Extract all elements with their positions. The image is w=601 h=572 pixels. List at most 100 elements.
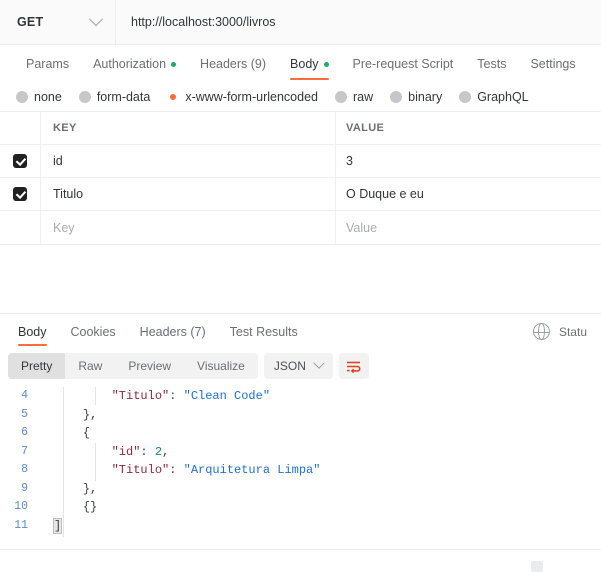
code-text: "Titulo": "Arquitetura Limpa" [54, 461, 321, 480]
chevron-down-icon [313, 357, 325, 369]
response-view-preview[interactable]: Preview [115, 353, 184, 379]
body-type-x-www-form-urlencoded[interactable]: x-www-form-urlencoded [167, 90, 318, 104]
radio-icon [335, 91, 347, 103]
row-checkbox[interactable] [13, 187, 27, 201]
value-input[interactable]: Value [336, 211, 601, 244]
code-token: : [140, 444, 155, 459]
request-tab-headers-9[interactable]: Headers (9) [188, 45, 278, 83]
request-tab-label: Pre-request Script [352, 57, 454, 71]
body-type-label: form-data [96, 90, 151, 104]
response-tabs: Body Cookies Headers (7) Test Results Statu [0, 314, 601, 349]
request-url-bar: GET http://localhost:3000/livros [0, 0, 601, 45]
response-tab-cookies[interactable]: Cookies [59, 314, 128, 349]
radio-icon [16, 91, 28, 103]
code-text: }, [54, 480, 97, 499]
code-token: "Titulo" [111, 463, 170, 477]
row-checkbox[interactable] [13, 154, 27, 168]
request-tab-body[interactable]: Body [278, 45, 341, 83]
request-tab-label: Settings [530, 57, 576, 71]
request-tab-label: Params [26, 57, 70, 71]
table-row-placeholder: Key Value [0, 211, 601, 244]
code-text: ] [52, 517, 63, 536]
row-checkbox[interactable] [13, 221, 27, 235]
line-number: 4 [21, 389, 28, 402]
request-tab-params[interactable]: Params [14, 45, 81, 83]
code-line: 4 "Titulo": "Clean Code" [0, 387, 601, 406]
code-token: "id" [111, 444, 141, 459]
radio-icon [459, 91, 472, 103]
key-input[interactable]: Key [41, 211, 336, 244]
header-key: KEY [41, 112, 336, 144]
modified-dot-icon [171, 61, 177, 67]
body-type-radio-group: none form-data x-www-form-urlencoded raw bin… [0, 83, 601, 111]
response-tab-test-results[interactable]: Test Results [218, 314, 310, 349]
request-tab-authorization[interactable]: Authorization [81, 45, 188, 83]
code-token: , [162, 444, 170, 459]
body-type-raw[interactable]: raw [335, 90, 373, 104]
response-tab-label: Body [18, 324, 47, 339]
response-view-visualize[interactable]: Visualize [184, 353, 258, 379]
code-line: 7 "id": 2, [0, 443, 601, 462]
code-token: }, [82, 407, 98, 422]
body-type-label: raw [353, 90, 374, 104]
indent-guide [95, 443, 96, 481]
line-number: 7 [21, 444, 28, 458]
key-text: Key [53, 220, 75, 235]
value-input[interactable]: O Duque e eu [336, 178, 601, 210]
code-token: : [169, 389, 184, 403]
body-type-graphql[interactable]: GraphQL [459, 90, 529, 104]
code-line: 10 {} [0, 498, 601, 517]
code-token: "Clean Code" [183, 389, 271, 403]
url-input[interactable]: http://localhost:3000/livros [116, 0, 601, 44]
globe-icon [532, 323, 551, 340]
row-checkbox-cell [0, 145, 41, 177]
response-language-select[interactable]: JSON [263, 353, 333, 379]
key-text: id [53, 154, 63, 168]
body-type-form-data[interactable]: form-data [78, 90, 151, 104]
response-tab-body[interactable]: Body [6, 314, 59, 349]
response-format-toolbar: Pretty Raw Preview Visualize JSON [0, 349, 601, 383]
line-number: 11 [14, 518, 28, 532]
request-tabs: Params Authorization Headers (9) Body Pre-re… [0, 45, 601, 83]
request-tab-label: Tests [477, 57, 507, 71]
value-text: Value [346, 220, 378, 235]
body-type-label: GraphQL [477, 90, 529, 104]
http-method-selector[interactable]: GET [0, 0, 116, 44]
response-view-label: Preview [128, 359, 172, 373]
code-token: { [82, 426, 91, 440]
code-line: 8 "Titulo": "Arquitetura Limpa" [0, 461, 601, 480]
radio-icon [78, 91, 91, 103]
row-checkbox-cell [0, 211, 41, 244]
response-view-label: Visualize [197, 359, 245, 373]
response-view-segmented: Pretty Raw Preview Visualize [8, 353, 258, 379]
code-line: 6 { [0, 424, 601, 443]
code-token: ] [52, 517, 63, 534]
wrap-lines-button[interactable] [338, 353, 369, 379]
chevron-down-icon [88, 12, 104, 27]
code-token: 2 [154, 444, 163, 459]
response-view-pretty[interactable]: Pretty [8, 353, 66, 379]
response-view-raw[interactable]: Raw [65, 353, 115, 379]
code-text: "id": 2, [54, 443, 170, 462]
body-type-none[interactable]: none [16, 90, 62, 104]
response-body-code[interactable]: 4 "Titulo": "Clean Code" 5 }, 6 {7 "id": 2… [0, 383, 601, 537]
code-token: "Titulo" [111, 389, 170, 403]
request-tab-tests[interactable]: Tests [465, 45, 518, 83]
urlencoded-params-table: KEY VALUE id 3 Titulo O Duque e eu Key Value [0, 111, 601, 245]
request-tab-settings[interactable]: Settings [518, 45, 587, 83]
table-row: id 3 [0, 145, 601, 178]
value-input[interactable]: 3 [336, 145, 601, 177]
body-type-binary[interactable]: binary [390, 90, 442, 104]
body-type-label: binary [408, 90, 443, 104]
response-view-label: Pretty [21, 359, 53, 373]
response-tab-headers-7[interactable]: Headers (7) [128, 314, 218, 349]
key-input[interactable]: id [41, 145, 336, 177]
request-tab-pre-request-script[interactable]: Pre-request Script [341, 45, 466, 83]
response-status-area: Statu [532, 323, 591, 340]
body-type-label: none [34, 90, 62, 104]
line-number: 6 [21, 426, 28, 439]
indent-guide [63, 387, 64, 537]
code-text: { [54, 424, 90, 443]
key-input[interactable]: Titulo [41, 178, 336, 210]
response-pane: Body Cookies Headers (7) Test Results Statu… [0, 313, 601, 572]
